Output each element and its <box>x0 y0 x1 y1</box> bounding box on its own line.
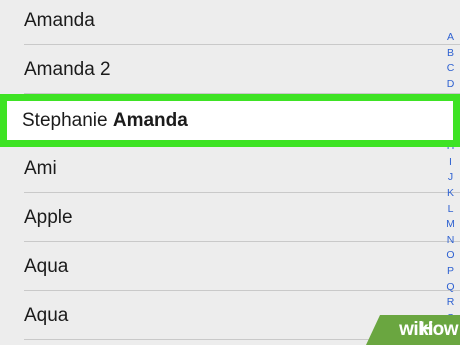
contact-name: Aqua <box>24 305 69 326</box>
index-letter-n[interactable]: N <box>441 233 460 249</box>
contact-name: Ami <box>24 158 57 179</box>
index-letter-a[interactable]: A <box>441 30 460 46</box>
index-letter-k[interactable]: K <box>441 186 460 202</box>
index-letter-o[interactable]: O <box>441 248 460 264</box>
contact-name: Amanda <box>24 10 95 31</box>
index-letter-b[interactable]: B <box>441 46 460 62</box>
index-letter-c[interactable]: C <box>441 61 460 77</box>
index-letter-m[interactable]: M <box>441 217 460 233</box>
index-letter-l[interactable]: L <box>441 202 460 218</box>
contact-row[interactable]: Amanda <box>0 0 460 45</box>
index-letter-q[interactable]: Q <box>441 280 460 296</box>
contact-row-highlighted[interactable]: Stephanie Amanda <box>0 94 460 147</box>
contact-name: Amanda 2 <box>24 59 111 80</box>
index-letter-r[interactable]: R <box>441 295 460 311</box>
index-letter-i[interactable]: I <box>441 155 460 171</box>
contact-last-name: Amanda <box>112 110 188 131</box>
alphabet-index[interactable]: A B C D E F G H I J K L M N O P Q R S T <box>441 30 460 342</box>
contact-row[interactable]: Aqua <box>0 242 460 291</box>
index-letter-j[interactable]: J <box>441 170 460 186</box>
contact-name: Apple <box>24 207 73 228</box>
contact-first-name: Stephanie <box>22 110 108 131</box>
watermark-how-text: How <box>419 319 458 340</box>
contacts-list: Amanda Amanda 2 Stephanie Amanda Ami App… <box>0 0 460 345</box>
contact-row[interactable]: Apple <box>0 193 460 242</box>
index-letter-d[interactable]: D <box>441 77 460 93</box>
contact-name: Stephanie Amanda <box>22 101 188 140</box>
contact-name: Aqua <box>24 256 69 277</box>
index-letter-p[interactable]: P <box>441 264 460 280</box>
contact-row[interactable]: Ami <box>0 144 460 193</box>
wikihow-watermark: wiki How <box>366 315 460 345</box>
contact-row[interactable]: Amanda 2 <box>0 45 460 94</box>
